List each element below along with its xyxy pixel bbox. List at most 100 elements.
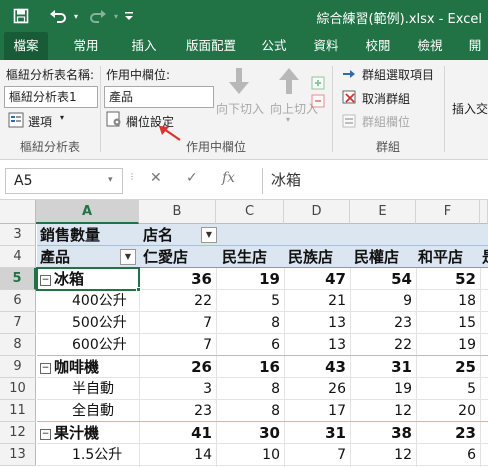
row-filter-dropdown-icon[interactable]: ▼ xyxy=(120,249,136,265)
pivot-value-cell[interactable]: 52 xyxy=(416,268,480,290)
tab-insert[interactable]: 插入 xyxy=(122,32,166,60)
column-header-e[interactable]: E xyxy=(350,200,416,224)
pivot-value-cell[interactable]: 21 xyxy=(284,290,350,312)
pivot-value-cell[interactable]: 5 xyxy=(216,290,284,312)
pivot-value-cell[interactable]: 23 xyxy=(350,312,416,334)
collapse-button-icon[interactable]: − xyxy=(40,428,51,440)
pivot-row-item-label[interactable]: 500公升 xyxy=(72,312,127,334)
group-field-button[interactable]: 群組欄位 xyxy=(362,113,410,130)
pivot-value-cell[interactable]: 8 xyxy=(216,312,284,334)
options-button[interactable]: 選項 xyxy=(28,113,52,130)
tab-file[interactable]: 檔案 xyxy=(4,32,48,60)
pivot-value-cell[interactable]: 3 xyxy=(139,378,216,400)
row-header-7[interactable]: 7 xyxy=(0,312,36,334)
pivot-value-cell[interactable]: 6 xyxy=(216,334,284,356)
customize-qat-icon[interactable] xyxy=(122,0,136,32)
pivot-value-cell[interactable]: 13 xyxy=(284,334,350,356)
formula-input[interactable]: 冰箱 xyxy=(262,168,488,194)
tab-view[interactable]: 檢視 xyxy=(408,32,452,60)
drill-down-icon[interactable] xyxy=(226,66,252,99)
column-header-a[interactable]: A xyxy=(36,200,139,224)
pivot-value-cell[interactable]: 31 xyxy=(284,422,350,444)
pivot-row-item-label[interactable]: 600公升 xyxy=(72,334,127,356)
row-header-6[interactable]: 6 xyxy=(0,290,36,312)
pivot-value-cell[interactable]: 47 xyxy=(284,268,350,290)
worksheet-grid[interactable]: A B C D E F 3 4 5 6 7 8 9 10 11 12 13 銷售… xyxy=(0,200,488,467)
column-header-b[interactable]: B xyxy=(139,200,216,224)
insert-slicer-button[interactable]: 插入交 xyxy=(452,100,488,117)
active-field-input[interactable]: 產品 xyxy=(104,86,214,108)
pivot-value-cell[interactable]: 20 xyxy=(416,400,480,422)
pivot-value-cell[interactable]: 10 xyxy=(216,444,284,466)
column-header-c[interactable]: C xyxy=(216,200,284,224)
pivot-value-cell[interactable]: 23 xyxy=(416,422,480,444)
undo-dropdown-icon[interactable]: ▾ xyxy=(70,0,82,32)
pivot-value-cell[interactable]: 7 xyxy=(284,444,350,466)
row-header-9[interactable]: 9 xyxy=(0,356,36,378)
pivot-value-cell[interactable]: 9 xyxy=(350,290,416,312)
pivot-value-cell[interactable]: 5 xyxy=(416,378,480,400)
row-header-10[interactable]: 10 xyxy=(0,378,36,400)
redo-icon[interactable] xyxy=(86,0,110,32)
pivot-value-cell[interactable]: 19 xyxy=(416,334,480,356)
drill-up-icon[interactable] xyxy=(276,66,302,99)
undo-icon[interactable] xyxy=(46,0,70,32)
pivot-value-cell[interactable]: 23 xyxy=(139,400,216,422)
select-all-corner[interactable] xyxy=(0,200,36,224)
pivot-value-cell[interactable]: 12 xyxy=(350,444,416,466)
pivot-value-cell[interactable]: 8 xyxy=(216,378,284,400)
pivot-value-cell[interactable]: 18 xyxy=(416,290,480,312)
column-header-g[interactable] xyxy=(480,200,488,224)
row-header-5[interactable]: 5 xyxy=(0,268,36,290)
enter-icon[interactable]: ✓ xyxy=(186,170,198,186)
row-header-12[interactable]: 12 xyxy=(0,422,36,444)
pivot-value-cell[interactable]: 17 xyxy=(284,400,350,422)
save-icon[interactable] xyxy=(10,0,32,32)
tab-review[interactable]: 校閱 xyxy=(356,32,400,60)
group-selection-button[interactable]: 群組選取項目 xyxy=(362,66,434,83)
pivot-value-cell[interactable]: 54 xyxy=(350,268,416,290)
pivot-value-cell[interactable]: 15 xyxy=(416,312,480,334)
pivot-value-cell[interactable]: 25 xyxy=(416,356,480,378)
collapse-button-icon[interactable]: − xyxy=(40,362,51,374)
pivot-row-group-label[interactable]: − 果汁機 xyxy=(40,422,99,444)
pivot-value-cell[interactable]: 31 xyxy=(350,356,416,378)
redo-dropdown-icon[interactable]: ▾ xyxy=(110,0,122,32)
cancel-icon[interactable]: ✕ xyxy=(150,170,162,186)
pivot-value-cell[interactable]: 12 xyxy=(350,400,416,422)
pivot-value-cell[interactable]: 19 xyxy=(216,268,284,290)
pivot-row-group-label[interactable]: − 咖啡機 xyxy=(40,356,99,378)
column-header-d[interactable]: D xyxy=(284,200,350,224)
pivot-value-cell[interactable]: 22 xyxy=(350,334,416,356)
pivot-value-cell[interactable]: 30 xyxy=(216,422,284,444)
name-box[interactable]: A5 xyxy=(5,168,123,194)
pivot-name-input[interactable]: 樞紐分析表1 xyxy=(4,86,98,108)
pivot-value-cell[interactable]: 22 xyxy=(139,290,216,312)
pivot-value-cell[interactable]: 26 xyxy=(139,356,216,378)
row-header-13[interactable]: 13 xyxy=(0,444,36,466)
row-header-3[interactable]: 3 xyxy=(0,224,36,246)
row-header-8[interactable]: 8 xyxy=(0,334,36,356)
pivot-value-cell[interactable]: 41 xyxy=(139,422,216,444)
row-header-11[interactable]: 11 xyxy=(0,400,36,422)
pivot-row-item-label[interactable]: 400公升 xyxy=(72,290,127,312)
column-header-f[interactable]: F xyxy=(416,200,480,224)
pivot-row-item-label[interactable]: 半自動 xyxy=(72,378,114,400)
pivot-row-item-label[interactable]: 1.5公升 xyxy=(72,444,122,466)
row-header-4[interactable]: 4 xyxy=(0,246,36,268)
pivot-value-cell[interactable]: 7 xyxy=(139,312,216,334)
pivot-value-cell[interactable]: 19 xyxy=(350,378,416,400)
tab-data[interactable]: 資料 xyxy=(304,32,348,60)
pivot-value-cell[interactable]: 16 xyxy=(216,356,284,378)
pivot-value-cell[interactable]: 7 xyxy=(139,334,216,356)
tab-developer[interactable]: 開 xyxy=(460,32,488,60)
pivot-value-cell[interactable]: 6 xyxy=(416,444,480,466)
pivot-value-cell[interactable]: 13 xyxy=(284,312,350,334)
column-filter-dropdown-icon[interactable]: ▼ xyxy=(201,227,217,243)
pivot-value-cell[interactable]: 38 xyxy=(350,422,416,444)
tab-formulas[interactable]: 公式 xyxy=(252,32,296,60)
options-dropdown-icon[interactable]: ▾ xyxy=(60,113,64,122)
collapse-field-icon[interactable] xyxy=(311,94,325,111)
tab-home[interactable]: 常用 xyxy=(64,32,108,60)
pivot-value-cell[interactable]: 8 xyxy=(216,400,284,422)
